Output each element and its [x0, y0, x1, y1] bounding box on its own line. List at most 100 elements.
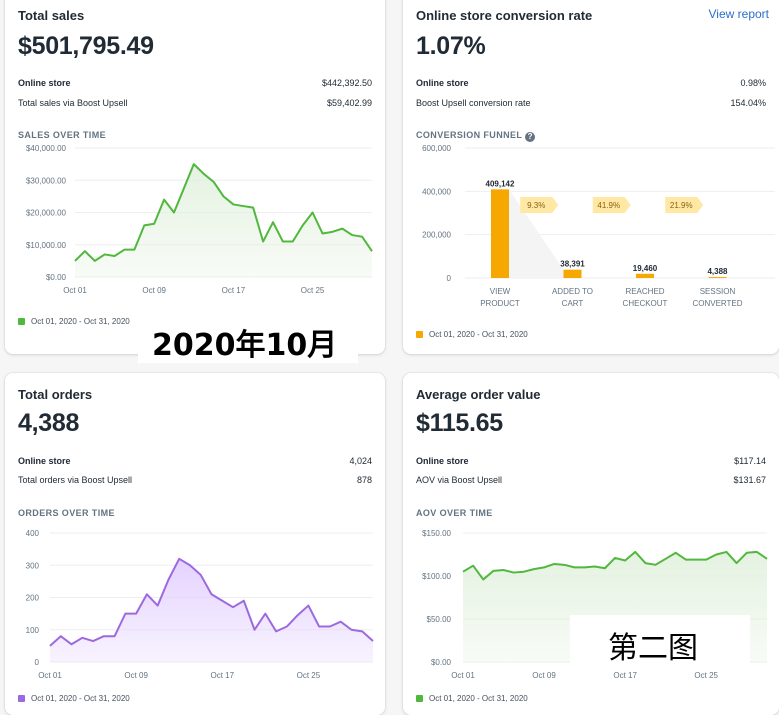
category-label: CHECKOUT: [623, 299, 668, 308]
category-label: REACHED: [625, 287, 664, 296]
y-tick-label: 0: [447, 274, 452, 283]
step-rate-label: 21.9%: [670, 201, 693, 210]
x-tick-label: Oct 25: [297, 671, 321, 680]
category-label: SESSION: [700, 287, 736, 296]
y-tick-label: $50.00: [427, 615, 452, 624]
bar-value-label: 19,460: [633, 264, 658, 273]
row-label: Total sales via Boost Upsell: [18, 98, 128, 108]
sales-over-time-chart: $40,000.00 $30,000.00 $20,000.00 $10,000.00…: [26, 144, 373, 295]
row-value: $117.14: [734, 456, 766, 466]
row-value: $442,392.50: [321, 78, 372, 88]
x-tick-label: Oct 09: [142, 286, 166, 295]
card-title: Online store conversion rate: [416, 8, 593, 23]
help-icon[interactable]: ?: [525, 132, 536, 142]
chart-legend: Oct 01, 2020 - Oct 31, 2020: [416, 330, 528, 339]
legend-label: Oct 01, 2020 - Oct 31, 2020: [429, 330, 528, 339]
x-tick-label: Oct 17: [210, 671, 234, 680]
legend-swatch: [18, 318, 25, 325]
y-tick-label: 100: [26, 626, 40, 635]
funnel-bar: [563, 269, 582, 278]
total-sales-value: $501,795.49: [18, 32, 154, 60]
category-label: VIEW: [490, 287, 511, 296]
chart-legend: Oct 01, 2020 - Oct 31, 2020: [18, 694, 130, 703]
funnel-bar: [636, 273, 654, 278]
aov-value: $115.65: [416, 409, 503, 437]
y-tick-label: 400,000: [422, 187, 451, 196]
row-value: 154.04%: [730, 98, 766, 108]
chart-legend: Oct 01, 2020 - Oct 31, 2020: [416, 694, 528, 703]
x-tick-label: Oct 09: [124, 671, 148, 680]
category-label: PRODUCT: [480, 299, 520, 308]
legend-label: Oct 01, 2020 - Oct 31, 2020: [31, 694, 130, 703]
bar-value-label: 38,391: [560, 260, 585, 269]
row-label: Online store: [416, 456, 469, 466]
y-tick-label: $10,000.00: [26, 241, 67, 250]
y-tick-label: 400: [26, 529, 40, 538]
breakdown-row: Boost Upsell conversion rate 154.04%: [416, 98, 766, 112]
series-area: [75, 164, 372, 277]
card-title: Average order value: [416, 387, 541, 402]
row-value: $59,402.99: [326, 98, 372, 108]
total-orders-card: Total orders 4,388 Online store 4,024 To…: [5, 373, 385, 715]
total-sales-card: Total sales $501,795.49 Online store $44…: [5, 0, 385, 354]
y-tick-label: $0.00: [431, 658, 452, 667]
conversion-funnel-chart: 600,000 400,000 200,000 0 409,142 VIEW PRODUCT…: [422, 144, 775, 308]
funnel-bar: [708, 277, 727, 278]
chart-legend: Oct 01, 2020 - Oct 31, 2020: [18, 317, 130, 326]
orders-over-time-chart: 400 300 200 100 0 Oct 01 Oct 09 Oct 17 Oct 25: [26, 529, 374, 680]
legend-label: Oct 01, 2020 - Oct 31, 2020: [31, 317, 130, 326]
step-rate-label: 9.3%: [527, 201, 545, 210]
breakdown-row: Online store $117.14: [416, 456, 766, 470]
y-tick-label: 200,000: [422, 231, 451, 240]
breakdown-row: Total orders via Boost Upsell 878: [18, 475, 372, 489]
funnel-title: CONVERSION FUNNEL: [416, 130, 523, 140]
card-title: Total orders: [18, 387, 93, 402]
y-tick-label: 200: [26, 594, 40, 603]
y-tick-label: 600,000: [422, 144, 451, 153]
x-tick-label: Oct 01: [63, 286, 87, 295]
breakdown-row: Online store 0.98%: [416, 78, 766, 92]
x-tick-label: Oct 01: [38, 671, 62, 680]
legend-swatch: [416, 331, 423, 338]
funnel-bar: [491, 189, 509, 278]
x-tick-label: Oct 17: [613, 671, 637, 680]
figure-annotation-label: 第二图: [570, 615, 750, 672]
conversion-rate-value: 1.07%: [416, 32, 486, 60]
y-tick-label: 0: [35, 658, 40, 667]
y-tick-label: $20,000.00: [26, 209, 67, 218]
category-label: CART: [562, 299, 584, 308]
breakdown-row: AOV via Boost Upsell $131.67: [416, 475, 766, 489]
breakdown-row: Online store 4,024: [18, 456, 372, 470]
view-report-link[interactable]: View report: [709, 7, 769, 21]
x-tick-label: Oct 25: [694, 671, 718, 680]
y-tick-label: 300: [26, 561, 40, 570]
month-annotation-label: 2020年10月: [138, 313, 358, 363]
row-label: AOV via Boost Upsell: [416, 475, 503, 485]
total-orders-value: 4,388: [18, 409, 80, 437]
y-tick-label: $30,000.00: [26, 176, 67, 185]
conversion-rate-card: Online store conversion rate View report…: [403, 0, 779, 354]
row-label: Online store: [18, 78, 71, 88]
row-label: Online store: [18, 456, 71, 466]
x-tick-label: Oct 17: [222, 286, 246, 295]
chart-section-title: CONVERSION FUNNEL?: [416, 130, 536, 142]
x-tick-label: Oct 09: [532, 671, 556, 680]
card-title: Total sales: [18, 8, 85, 23]
y-tick-label: $150.00: [422, 529, 451, 538]
row-label: Total orders via Boost Upsell: [18, 475, 133, 485]
row-label: Boost Upsell conversion rate: [416, 98, 531, 108]
row-label: Online store: [416, 78, 469, 88]
legend-label: Oct 01, 2020 - Oct 31, 2020: [429, 694, 528, 703]
breakdown-row: Online store $442,392.50: [18, 78, 372, 92]
row-value: 0.98%: [740, 78, 766, 88]
chart-section-title: AOV OVER TIME: [416, 508, 493, 518]
chart-section-title: ORDERS OVER TIME: [18, 508, 115, 518]
row-value: $131.67: [733, 475, 766, 485]
bar-value-label: 4,388: [707, 267, 728, 276]
category-label: ADDED TO: [552, 287, 593, 296]
category-label: CONVERTED: [692, 299, 742, 308]
step-rate-label: 41.9%: [597, 201, 620, 210]
bar-value-label: 409,142: [486, 179, 515, 188]
x-tick-label: Oct 25: [301, 286, 325, 295]
x-tick-label: Oct 01: [451, 671, 475, 680]
